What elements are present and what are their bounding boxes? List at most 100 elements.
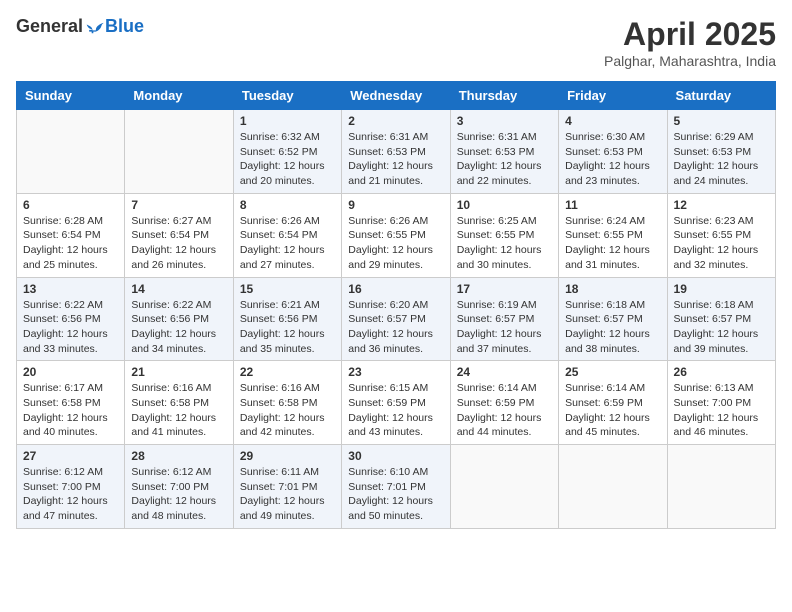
- calendar-day-header: Saturday: [667, 82, 775, 110]
- day-info: Sunrise: 6:16 AM Sunset: 6:58 PM Dayligh…: [131, 381, 226, 440]
- title-area: April 2025 Palghar, Maharashtra, India: [604, 16, 776, 69]
- day-info: Sunrise: 6:14 AM Sunset: 6:59 PM Dayligh…: [565, 381, 660, 440]
- day-info: Sunrise: 6:31 AM Sunset: 6:53 PM Dayligh…: [457, 130, 552, 189]
- day-number: 3: [457, 114, 552, 128]
- calendar-day-cell: [559, 445, 667, 529]
- calendar-week-row: 1 Sunrise: 6:32 AM Sunset: 6:52 PM Daylig…: [17, 110, 776, 194]
- calendar-day-cell: 22 Sunrise: 6:16 AM Sunset: 6:58 PM Dayli…: [233, 361, 341, 445]
- calendar-day-cell: 10 Sunrise: 6:25 AM Sunset: 6:55 PM Dayli…: [450, 193, 558, 277]
- day-number: 30: [348, 449, 443, 463]
- calendar-week-row: 27 Sunrise: 6:12 AM Sunset: 7:00 PM Dayli…: [17, 445, 776, 529]
- calendar-day-cell: 30Sunrise: 6:10 AM Sunset: 7:01 PM Dayli…: [342, 445, 450, 529]
- day-number: 29: [240, 449, 335, 463]
- calendar-day-cell: 23 Sunrise: 6:15 AM Sunset: 6:59 PM Dayli…: [342, 361, 450, 445]
- day-info: Sunrise: 6:30 AM Sunset: 6:53 PM Dayligh…: [565, 130, 660, 189]
- calendar-day-header: Monday: [125, 82, 233, 110]
- day-number: 11: [565, 198, 660, 212]
- day-info: Sunrise: 6:17 AM Sunset: 6:58 PM Dayligh…: [23, 381, 118, 440]
- calendar-day-cell: 2 Sunrise: 6:31 AM Sunset: 6:53 PM Daylig…: [342, 110, 450, 194]
- day-number: 27: [23, 449, 118, 463]
- calendar-day-header: Thursday: [450, 82, 558, 110]
- day-info: Sunrise: 6:19 AM Sunset: 6:57 PM Dayligh…: [457, 298, 552, 357]
- day-info: Sunrise: 6:16 AM Sunset: 6:58 PM Dayligh…: [240, 381, 335, 440]
- day-info: Sunrise: 6:28 AM Sunset: 6:54 PM Dayligh…: [23, 214, 118, 273]
- day-number: 16: [348, 282, 443, 296]
- day-number: 23: [348, 365, 443, 379]
- calendar-day-cell: 14 Sunrise: 6:22 AM Sunset: 6:56 PM Dayli…: [125, 277, 233, 361]
- calendar-day-cell: 12 Sunrise: 6:23 AM Sunset: 6:55 PM Dayli…: [667, 193, 775, 277]
- day-info: Sunrise: 6:32 AM Sunset: 6:52 PM Dayligh…: [240, 130, 335, 189]
- day-number: 19: [674, 282, 769, 296]
- calendar-table: SundayMondayTuesdayWednesdayThursdayFrid…: [16, 81, 776, 529]
- day-info: Sunrise: 6:29 AM Sunset: 6:53 PM Dayligh…: [674, 130, 769, 189]
- calendar-day-cell: 11 Sunrise: 6:24 AM Sunset: 6:55 PM Dayli…: [559, 193, 667, 277]
- calendar-day-cell: 7Sunrise: 6:27 AM Sunset: 6:54 PM Daylig…: [125, 193, 233, 277]
- day-number: 12: [674, 198, 769, 212]
- day-number: 24: [457, 365, 552, 379]
- day-number: 8: [240, 198, 335, 212]
- calendar-day-cell: 9 Sunrise: 6:26 AM Sunset: 6:55 PM Daylig…: [342, 193, 450, 277]
- day-number: 2: [348, 114, 443, 128]
- calendar-day-cell: 24 Sunrise: 6:14 AM Sunset: 6:59 PM Dayli…: [450, 361, 558, 445]
- day-info: Sunrise: 6:26 AM Sunset: 6:54 PM Dayligh…: [240, 214, 335, 273]
- day-info: Sunrise: 6:12 AM Sunset: 7:00 PM Dayligh…: [23, 465, 118, 524]
- calendar-day-cell: 13Sunrise: 6:22 AM Sunset: 6:56 PM Dayli…: [17, 277, 125, 361]
- calendar-day-cell: 17Sunrise: 6:19 AM Sunset: 6:57 PM Dayli…: [450, 277, 558, 361]
- day-info: Sunrise: 6:14 AM Sunset: 6:59 PM Dayligh…: [457, 381, 552, 440]
- day-number: 5: [674, 114, 769, 128]
- logo-blue-text: Blue: [105, 16, 144, 37]
- day-info: Sunrise: 6:22 AM Sunset: 6:56 PM Dayligh…: [23, 298, 118, 357]
- calendar-header-row: SundayMondayTuesdayWednesdayThursdayFrid…: [17, 82, 776, 110]
- day-number: 26: [674, 365, 769, 379]
- month-title: April 2025: [604, 16, 776, 53]
- day-number: 4: [565, 114, 660, 128]
- day-number: 21: [131, 365, 226, 379]
- header: General Blue April 2025 Palghar, Maharas…: [16, 16, 776, 69]
- day-number: 18: [565, 282, 660, 296]
- calendar-day-header: Sunday: [17, 82, 125, 110]
- calendar-day-cell: 5 Sunrise: 6:29 AM Sunset: 6:53 PM Daylig…: [667, 110, 775, 194]
- day-info: Sunrise: 6:13 AM Sunset: 7:00 PM Dayligh…: [674, 381, 769, 440]
- calendar-day-cell: 20 Sunrise: 6:17 AM Sunset: 6:58 PM Dayli…: [17, 361, 125, 445]
- calendar-day-cell: 28Sunrise: 6:12 AM Sunset: 7:00 PM Dayli…: [125, 445, 233, 529]
- calendar-day-cell: 19 Sunrise: 6:18 AM Sunset: 6:57 PM Dayli…: [667, 277, 775, 361]
- day-number: 20: [23, 365, 118, 379]
- calendar-day-cell: 29Sunrise: 6:11 AM Sunset: 7:01 PM Dayli…: [233, 445, 341, 529]
- day-info: Sunrise: 6:25 AM Sunset: 6:55 PM Dayligh…: [457, 214, 552, 273]
- day-number: 22: [240, 365, 335, 379]
- day-info: Sunrise: 6:12 AM Sunset: 7:00 PM Dayligh…: [131, 465, 226, 524]
- calendar-day-cell: 25 Sunrise: 6:14 AM Sunset: 6:59 PM Dayli…: [559, 361, 667, 445]
- calendar-day-cell: 18 Sunrise: 6:18 AM Sunset: 6:57 PM Dayli…: [559, 277, 667, 361]
- day-number: 9: [348, 198, 443, 212]
- day-number: 10: [457, 198, 552, 212]
- calendar-day-cell: 8 Sunrise: 6:26 AM Sunset: 6:54 PM Daylig…: [233, 193, 341, 277]
- day-number: 25: [565, 365, 660, 379]
- calendar-day-cell: 16Sunrise: 6:20 AM Sunset: 6:57 PM Dayli…: [342, 277, 450, 361]
- calendar-day-cell: [125, 110, 233, 194]
- calendar-week-row: 20 Sunrise: 6:17 AM Sunset: 6:58 PM Dayli…: [17, 361, 776, 445]
- calendar-day-cell: 1 Sunrise: 6:32 AM Sunset: 6:52 PM Daylig…: [233, 110, 341, 194]
- day-info: Sunrise: 6:22 AM Sunset: 6:56 PM Dayligh…: [131, 298, 226, 357]
- day-info: Sunrise: 6:23 AM Sunset: 6:55 PM Dayligh…: [674, 214, 769, 273]
- calendar-day-cell: 21 Sunrise: 6:16 AM Sunset: 6:58 PM Dayli…: [125, 361, 233, 445]
- calendar-day-cell: [450, 445, 558, 529]
- calendar-day-cell: [667, 445, 775, 529]
- day-number: 7: [131, 198, 226, 212]
- day-number: 1: [240, 114, 335, 128]
- logo: General Blue: [16, 16, 144, 37]
- day-info: Sunrise: 6:18 AM Sunset: 6:57 PM Dayligh…: [674, 298, 769, 357]
- day-info: Sunrise: 6:15 AM Sunset: 6:59 PM Dayligh…: [348, 381, 443, 440]
- calendar-day-header: Friday: [559, 82, 667, 110]
- day-number: 15: [240, 282, 335, 296]
- calendar-day-cell: 6Sunrise: 6:28 AM Sunset: 6:54 PM Daylig…: [17, 193, 125, 277]
- logo-general-text: General: [16, 16, 83, 37]
- location-subtitle: Palghar, Maharashtra, India: [604, 53, 776, 69]
- day-info: Sunrise: 6:21 AM Sunset: 6:56 PM Dayligh…: [240, 298, 335, 357]
- day-info: Sunrise: 6:24 AM Sunset: 6:55 PM Dayligh…: [565, 214, 660, 273]
- day-info: Sunrise: 6:31 AM Sunset: 6:53 PM Dayligh…: [348, 130, 443, 189]
- day-info: Sunrise: 6:18 AM Sunset: 6:57 PM Dayligh…: [565, 298, 660, 357]
- calendar-day-cell: 3 Sunrise: 6:31 AM Sunset: 6:53 PM Daylig…: [450, 110, 558, 194]
- calendar-day-cell: 15 Sunrise: 6:21 AM Sunset: 6:56 PM Dayli…: [233, 277, 341, 361]
- day-number: 14: [131, 282, 226, 296]
- day-info: Sunrise: 6:26 AM Sunset: 6:55 PM Dayligh…: [348, 214, 443, 273]
